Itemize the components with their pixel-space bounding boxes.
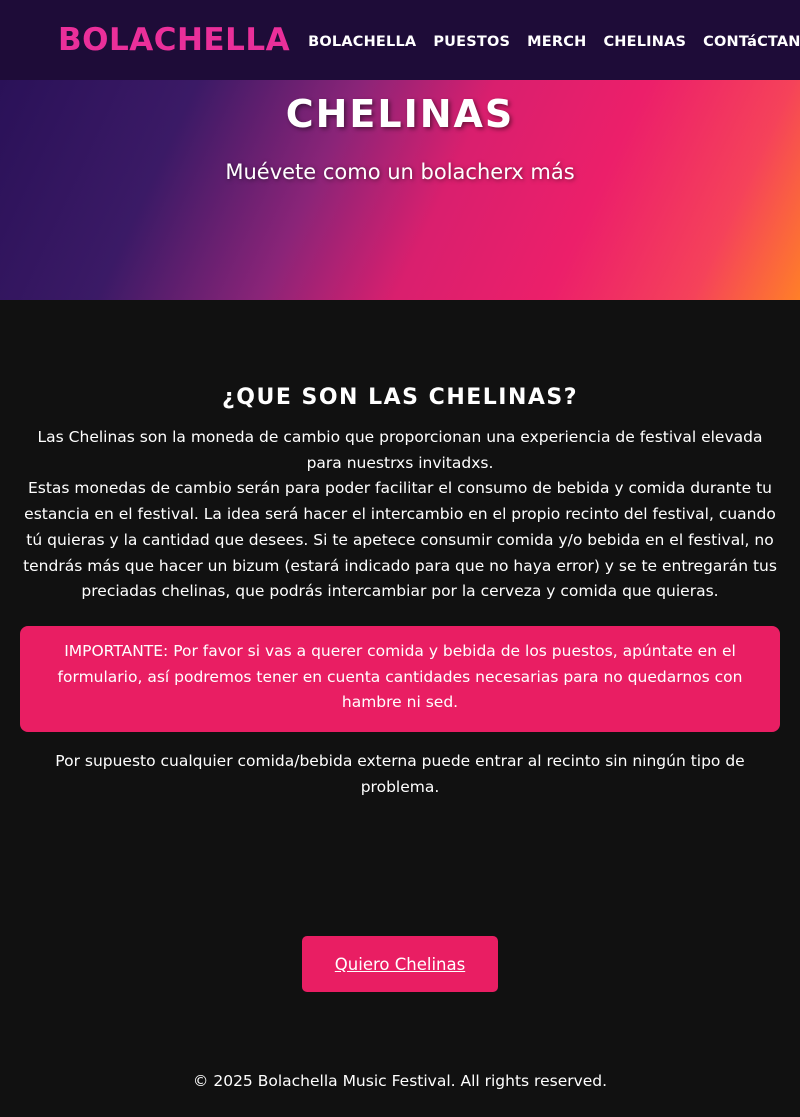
important-alert: IMPORTANTE: Por favor si vas a querer co… — [20, 625, 780, 733]
nav-link-puestos[interactable]: PUESTOS — [433, 34, 510, 50]
copyright-text: © 2025 Bolachella Music Festival. All ri… — [192, 1072, 608, 1090]
details-paragraph: Estas monedas de cambio serán para poder… — [23, 479, 777, 601]
nav-link-chelinas[interactable]: CHELINAS — [603, 34, 686, 50]
brand-logo[interactable]: BOLACHELLA — [58, 22, 290, 58]
nav-links: BOLACHELLA PUESTOS MERCH CHELINAS CONTáC… — [308, 31, 800, 50]
external-food-note: Por supuesto cualquier comida/bebida ext… — [55, 752, 745, 796]
nav-item: BOLACHELLA — [308, 31, 416, 50]
hero-subtitle: Muévete como un bolacherx más — [225, 160, 575, 184]
nav-link-bolachella[interactable]: BOLACHELLA — [308, 34, 416, 50]
quiero-chelinas-button[interactable]: Quiero Chelinas — [302, 936, 498, 992]
nav-item: CHELINAS — [603, 31, 686, 50]
nav-item: PUESTOS — [433, 31, 510, 50]
nav-link-contactanos[interactable]: CONTáCTANOS — [703, 34, 800, 50]
navbar: BOLACHELLA BOLACHELLA PUESTOS MERCH CHEL… — [0, 0, 800, 80]
page-title: CHELINAS — [285, 92, 515, 136]
nav-item: MERCH — [527, 31, 586, 50]
footer: © 2025 Bolachella Music Festival. All ri… — [0, 1072, 800, 1090]
nav-link-merch[interactable]: MERCH — [527, 34, 586, 50]
hero-banner: CHELINAS Muévete como un bolacherx más — [0, 80, 800, 300]
section-title: ¿QUE SON LAS CHELINAS? — [221, 385, 579, 410]
main-content: ¿QUE SON LAS CHELINAS? Las Chelinas son … — [20, 385, 780, 800]
nav-item: CONTáCTANOS — [703, 31, 800, 50]
intro-paragraph: Las Chelinas son la moneda de cambio que… — [37, 428, 763, 472]
